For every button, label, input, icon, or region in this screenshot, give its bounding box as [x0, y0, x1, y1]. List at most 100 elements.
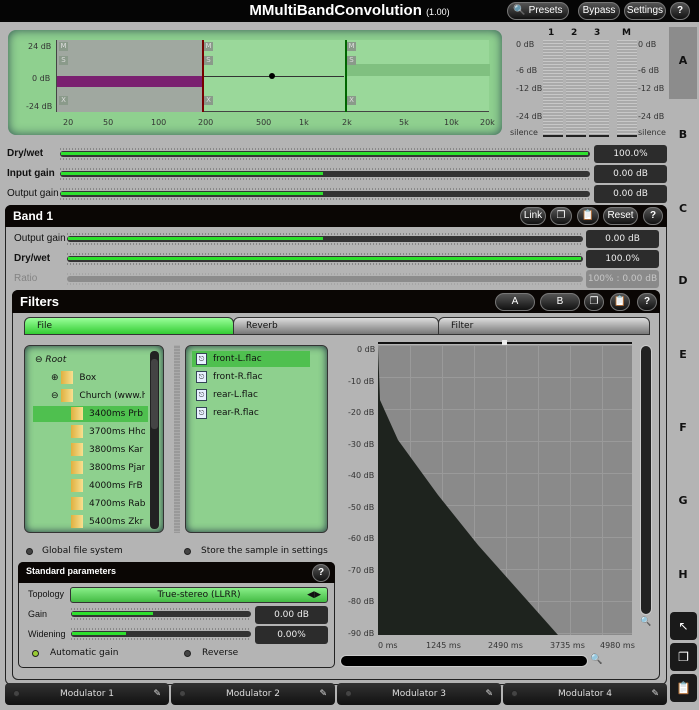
modulator-3-button[interactable]: Modulator 3 ✎ — [337, 683, 501, 705]
paste-icon[interactable]: 📋 — [577, 207, 599, 225]
copy-icon[interactable]: ❐ — [550, 207, 572, 225]
modulator-4-button[interactable]: Modulator 4 ✎ — [503, 683, 667, 705]
band-1-remove-button[interactable]: X — [59, 96, 68, 105]
file-list[interactable]: ⎋ front-L.flac ⎋ front-R.flac ⎋ rear-L.flac ⎋ r… — [185, 345, 328, 533]
preset-slot-f[interactable]: F — [669, 421, 697, 434]
preset-slot-d[interactable]: D — [669, 274, 697, 287]
modulator-led[interactable] — [179, 690, 186, 697]
filter-a-button[interactable]: A — [495, 293, 535, 311]
reverse-toggle[interactable] — [184, 650, 191, 657]
settings-button[interactable]: Settings — [624, 2, 666, 20]
file-item[interactable]: ⎋ rear-L.flac — [192, 387, 310, 403]
edit-pencil-icon[interactable]: ✎ — [485, 683, 493, 705]
band-2-solo-button[interactable]: S — [204, 56, 213, 65]
dry-wet-slider[interactable] — [60, 148, 590, 160]
input-gain-slider[interactable] — [60, 168, 590, 180]
file-item[interactable]: ⎋ front-R.flac — [192, 369, 310, 385]
input-gain-value[interactable]: 0.00 dB — [594, 165, 667, 183]
tree-item[interactable]: ⊖ Root — [35, 352, 145, 368]
band-2-mute-button[interactable]: M — [204, 42, 213, 51]
dry-wet-value[interactable]: 100.0% — [586, 250, 659, 268]
tree-item[interactable]: ⊖ Church (www.h — [51, 388, 145, 404]
output-gain-slider[interactable] — [60, 188, 590, 200]
copy-icon[interactable]: ❐ — [584, 293, 604, 311]
tree-item[interactable]: 3400ms Prb — [33, 406, 148, 422]
help-button[interactable]: ? — [670, 2, 690, 20]
filter-b-button[interactable]: B — [540, 293, 580, 311]
paste-icon[interactable]: 📋 — [610, 293, 630, 311]
output-gain-value[interactable]: 0.00 dB — [594, 185, 667, 203]
band-help-button[interactable]: ? — [643, 207, 663, 225]
tab-file[interactable]: File — [24, 317, 234, 335]
splitter[interactable] — [174, 345, 180, 533]
edit-pencil-icon[interactable]: ✎ — [319, 683, 327, 705]
tree-scrollbar[interactable] — [150, 351, 159, 529]
folder-tree[interactable]: ⊖ Root ⊕ Box ⊖ Church (www.h 3400ms Prb 3700… — [24, 345, 164, 533]
ir-range-handle[interactable] — [502, 340, 507, 345]
modulator-led[interactable] — [511, 690, 518, 697]
tree-item[interactable]: 3700ms Hho — [71, 424, 145, 440]
preset-slot-a[interactable]: A — [669, 54, 697, 67]
modulator-1-button[interactable]: Modulator 1 ✎ — [5, 683, 169, 705]
band-3-gain-bar[interactable] — [347, 64, 490, 76]
band-3-mute-button[interactable]: M — [347, 42, 356, 51]
gain-slider[interactable] — [71, 608, 251, 620]
impulse-response-chart[interactable] — [378, 345, 632, 635]
edit-pencil-icon[interactable]: ✎ — [651, 683, 659, 705]
band-1-mute-button[interactable]: M — [59, 42, 68, 51]
preset-slot-g[interactable]: G — [669, 494, 697, 507]
zoom-in-vertical-icon[interactable]: 🔍 — [640, 617, 651, 627]
band-1-gain-bar[interactable] — [57, 76, 202, 87]
tree-item[interactable]: 3800ms Kar — [71, 442, 145, 458]
widening-value[interactable]: 0.00% — [255, 626, 328, 644]
modulator-led[interactable] — [13, 690, 20, 697]
widening-slider[interactable] — [71, 628, 251, 640]
band-1-solo-button[interactable]: S — [59, 56, 68, 65]
copy-icon[interactable]: ❐ — [670, 643, 697, 671]
tab-filter[interactable]: Filter — [438, 317, 650, 335]
paste-icon[interactable]: 📋 — [670, 674, 697, 702]
dry-wet-value[interactable]: 100.0% — [594, 145, 667, 163]
global-fs-toggle[interactable] — [26, 548, 33, 555]
modulator-2-button[interactable]: Modulator 2 ✎ — [171, 683, 335, 705]
store-sample-toggle[interactable] — [184, 548, 191, 555]
tree-item[interactable]: 4000ms FrB — [71, 478, 145, 494]
modulator-led[interactable] — [345, 690, 352, 697]
output-gain-slider[interactable] — [67, 233, 583, 245]
prev-next-arrows-icon[interactable]: ◀▶ — [307, 588, 321, 602]
auto-gain-toggle[interactable] — [32, 650, 39, 657]
tree-item[interactable]: 3800ms Pjar — [71, 460, 145, 476]
band-3-solo-button[interactable]: S — [347, 56, 356, 65]
tree-item[interactable]: 4700ms Rab — [71, 496, 145, 512]
preset-slot-e[interactable]: E — [669, 348, 697, 361]
file-item[interactable]: ⎋ front-L.flac — [192, 351, 310, 367]
collapse-icon[interactable]: ⊖ — [35, 355, 43, 365]
link-button[interactable]: Link — [520, 207, 546, 225]
zoom-in-icon[interactable]: 🔍 — [590, 654, 602, 665]
expand-icon[interactable]: ⊕ — [51, 373, 59, 383]
band-display[interactable]: MSXMSXMSX 24 dB 0 dB -24 dB 20 50 100 200 50… — [8, 30, 502, 135]
preset-slot-h[interactable]: H — [669, 568, 697, 581]
band-2-remove-button[interactable]: X — [204, 96, 213, 105]
topology-selector[interactable]: True-stereo (LLRR) ◀▶ — [70, 587, 328, 603]
preset-slot-c[interactable]: C — [669, 202, 697, 215]
bypass-button[interactable]: Bypass — [578, 2, 620, 20]
band-2-handle[interactable] — [269, 73, 275, 79]
band-plot[interactable]: MSXMSXMSX — [56, 40, 490, 112]
dry-wet-slider[interactable] — [67, 253, 583, 265]
gain-value[interactable]: 0.00 dB — [255, 606, 328, 624]
filters-help-button[interactable]: ? — [637, 293, 657, 311]
ir-vertical-scrollbar[interactable] — [640, 345, 652, 615]
tree-item[interactable]: ⊕ Box — [51, 370, 145, 386]
edit-pencil-icon[interactable]: ✎ — [153, 683, 161, 705]
expand-icon[interactable]: ⊖ — [51, 391, 59, 401]
band-3-remove-button[interactable]: X — [347, 96, 356, 105]
std-help-button[interactable]: ? — [312, 564, 330, 582]
tab-reverb[interactable]: Reverb — [233, 317, 439, 335]
reset-button[interactable]: Reset — [603, 207, 638, 225]
cursor-icon[interactable]: ↖ — [670, 612, 697, 640]
presets-button[interactable]: 🔍 Presets — [507, 2, 569, 20]
tree-item[interactable]: 5400ms Zkr — [71, 514, 145, 530]
ir-horizontal-scrollbar[interactable] — [340, 655, 588, 667]
output-gain-value[interactable]: 0.00 dB — [586, 230, 659, 248]
